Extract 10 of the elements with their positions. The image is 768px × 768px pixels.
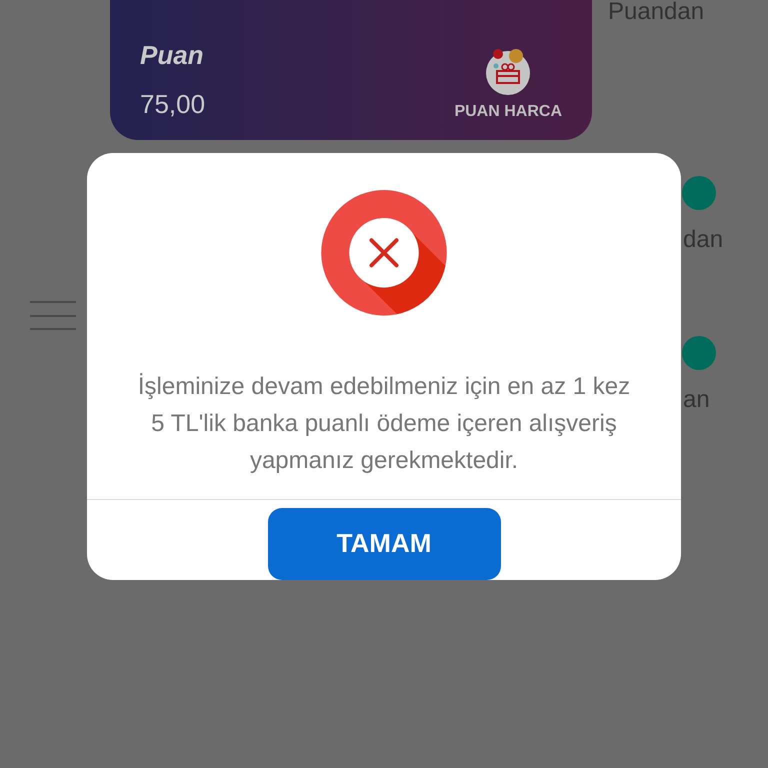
side-label: dan [683,225,724,255]
points-amount: 75,00 [140,88,206,121]
side-label: an [683,385,710,415]
spend-points-button[interactable]: PUAN HARCA [454,46,562,124]
error-message: İşleminize devam edebilmeniz için en az 1 kez 5 TL'lik banka puanlı ödeme içeren alışveriş yapmanız gerekmektedir. [136,372,632,476]
card-title: Puan [140,39,205,72]
side-label: Puandan [608,0,704,27]
error-icon [319,190,449,316]
menu-icon[interactable] [30,301,76,330]
ok-button[interactable]: TAMAM [268,508,500,580]
